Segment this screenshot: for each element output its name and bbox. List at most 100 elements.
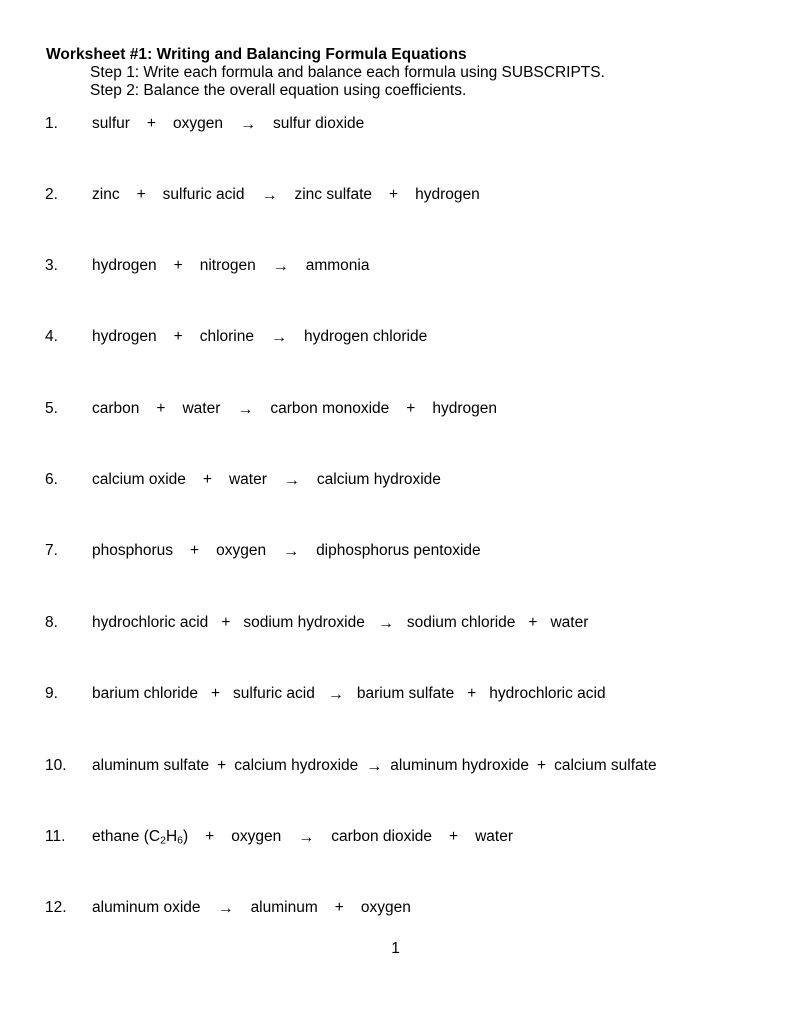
reactant-product-term: barium chloride: [92, 685, 198, 702]
reaction-arrow-icon: →: [283, 542, 300, 560]
equation-body: aluminum oxide → aluminum + oxygen: [92, 899, 411, 917]
equation-number: 7.: [45, 542, 58, 559]
plus-operator: +: [205, 828, 215, 845]
plus-operator: +: [173, 328, 183, 345]
reactant-product-term: phosphorus: [92, 542, 174, 559]
plus-operator: +: [449, 828, 459, 845]
reactant-product-term: ammonia: [305, 257, 370, 274]
reactant-product-term: carbon monoxide: [270, 400, 390, 417]
reactant-product-term: water: [228, 471, 267, 488]
page-number: 1: [391, 940, 400, 957]
reactant-product-term: sulfur dioxide: [272, 115, 365, 132]
reaction-arrow-icon: →: [261, 186, 278, 204]
reactant-product-term: sulfur: [92, 115, 130, 132]
reactant-product-term: hydrogen chloride: [303, 328, 428, 345]
reactant-product-term: diphosphorus pentoxide: [316, 542, 481, 559]
equation-number: 4.: [45, 328, 58, 345]
reactant-product-term: nitrogen: [199, 257, 256, 274]
reactant-product-term: hydrogen: [432, 400, 497, 417]
equation-body: aluminum sulfate + calcium hydroxide → alumi…: [92, 757, 657, 775]
equation-row: 12. aluminum oxide → aluminum + oxygen: [0, 899, 791, 923]
reactant-product-term: oxygen: [231, 828, 282, 845]
plus-operator: +: [406, 400, 416, 417]
reactant-product-term: calcium hydroxide: [316, 471, 441, 488]
reaction-arrow-icon: →: [283, 471, 300, 489]
equation-number: 6.: [45, 471, 58, 488]
reactant-product-term: calcium sulfate: [554, 757, 657, 774]
reaction-arrow-icon: →: [217, 899, 234, 917]
reaction-arrow-icon: →: [377, 614, 394, 632]
reaction-arrow-icon: →: [298, 828, 315, 846]
equation-number: 9.: [45, 685, 58, 702]
equation-body: zinc + sulfuric acid → zinc sulfate + hydrogen: [92, 186, 480, 204]
equation-body: hydrochloric acid + sodium hydroxide → sodiu…: [92, 614, 588, 632]
reactant-product-term: sodium hydroxide: [243, 614, 365, 631]
reactant-product-term: carbon dioxide: [331, 828, 433, 845]
reactant-product-term: oxygen: [216, 542, 267, 559]
reaction-arrow-icon: →: [239, 115, 256, 133]
reactant-product-term: water: [182, 400, 221, 417]
reactant-product-term: carbon: [92, 400, 140, 417]
plus-operator: +: [221, 614, 231, 631]
equation-body: phosphorus + oxygen → diphosphorus pentoxide: [92, 542, 481, 560]
equation-row: 6. calcium oxide + water → calcium hydroxide: [0, 471, 791, 495]
equation-body: hydrogen + nitrogen → ammonia: [92, 257, 369, 275]
equation-row: 3. hydrogen + nitrogen → ammonia: [0, 257, 791, 281]
equation-body: ethane (C2H6) + oxygen → carbon dioxide + wate…: [92, 828, 513, 846]
equation-body: carbon + water → carbon monoxide + hydrogen: [92, 400, 497, 418]
plus-operator: +: [467, 685, 477, 702]
equation-number: 1.: [45, 115, 58, 132]
equation-body: barium chloride + sulfuric acid → barium sul…: [92, 685, 606, 703]
equation-body: sulfur + oxygen → sulfur dioxide: [92, 115, 364, 133]
plus-operator: +: [202, 471, 212, 488]
reaction-arrow-icon: →: [237, 400, 254, 418]
equation-row: 11. ethane (C2H6) + oxygen → carbon dioxide + w…: [0, 828, 791, 852]
plus-operator: +: [528, 614, 538, 631]
equation-row: 4. hydrogen + chlorine → hydrogen chloride: [0, 328, 791, 352]
reactant-product-term: aluminum oxide: [92, 899, 201, 916]
reactant-product-term: aluminum sulfate: [92, 757, 210, 774]
reactant-product-term: aluminum: [250, 899, 318, 916]
plus-operator: +: [190, 542, 200, 559]
equation-row: 5. carbon + water → carbon monoxide + hydrogen: [0, 400, 791, 424]
plus-operator: +: [334, 899, 344, 916]
plus-operator: +: [217, 757, 227, 774]
plus-operator: +: [210, 685, 221, 702]
reactant-product-term: aluminum hydroxide: [390, 757, 530, 774]
reactant-product-term: zinc sulfate: [294, 186, 373, 203]
equation-number: 5.: [45, 400, 58, 417]
plus-operator: +: [146, 115, 156, 132]
worksheet-page: Worksheet #1: Writing and Balancing Form…: [0, 0, 791, 1024]
equation-row: 1. sulfur + oxygen → sulfur dioxide: [0, 115, 791, 139]
reactant-product-term: zinc: [92, 186, 120, 203]
reactant-product-term: hydrochloric acid: [489, 685, 606, 702]
instruction-step-1: Step 1: Write each formula and balance e…: [90, 64, 605, 81]
equation-number: 12.: [45, 899, 67, 916]
page-title: Worksheet #1: Writing and Balancing Form…: [46, 46, 467, 63]
equation-row: 2. zinc + sulfuric acid → zinc sulfate + hydrog…: [0, 186, 791, 210]
plus-operator: +: [389, 186, 399, 203]
reactant-product-term: sulfuric acid: [162, 186, 245, 203]
chemical-formula: ethane (C2H6): [92, 828, 189, 847]
equation-number: 8.: [45, 614, 58, 631]
plus-operator: +: [173, 257, 183, 274]
equation-number: 3.: [45, 257, 58, 274]
equation-number: 11.: [45, 828, 66, 845]
reactant-product-term: calcium oxide: [92, 471, 186, 488]
reactant-product-term: sodium chloride: [406, 614, 516, 631]
reactant-product-term: oxygen: [360, 899, 411, 916]
reaction-arrow-icon: →: [270, 328, 287, 346]
reactant-product-term: water: [475, 828, 514, 845]
plus-operator: +: [136, 186, 146, 203]
instruction-step-2: Step 2: Balance the overall equation usi…: [90, 82, 467, 99]
reactant-product-term: oxygen: [172, 115, 223, 132]
equation-row: 9. barium chloride + sulfuric acid → barium s…: [0, 685, 791, 709]
equation-body: calcium oxide + water → calcium hydroxide: [92, 471, 441, 489]
reactant-product-term: barium sulfate: [356, 685, 455, 702]
reaction-arrow-icon: →: [272, 257, 289, 275]
plus-operator: +: [156, 400, 166, 417]
plus-operator: +: [537, 757, 547, 774]
reactant-product-term: hydrogen: [415, 186, 480, 203]
reactant-product-term: hydrogen: [92, 328, 157, 345]
reactant-product-term: sulfuric acid: [233, 685, 315, 702]
